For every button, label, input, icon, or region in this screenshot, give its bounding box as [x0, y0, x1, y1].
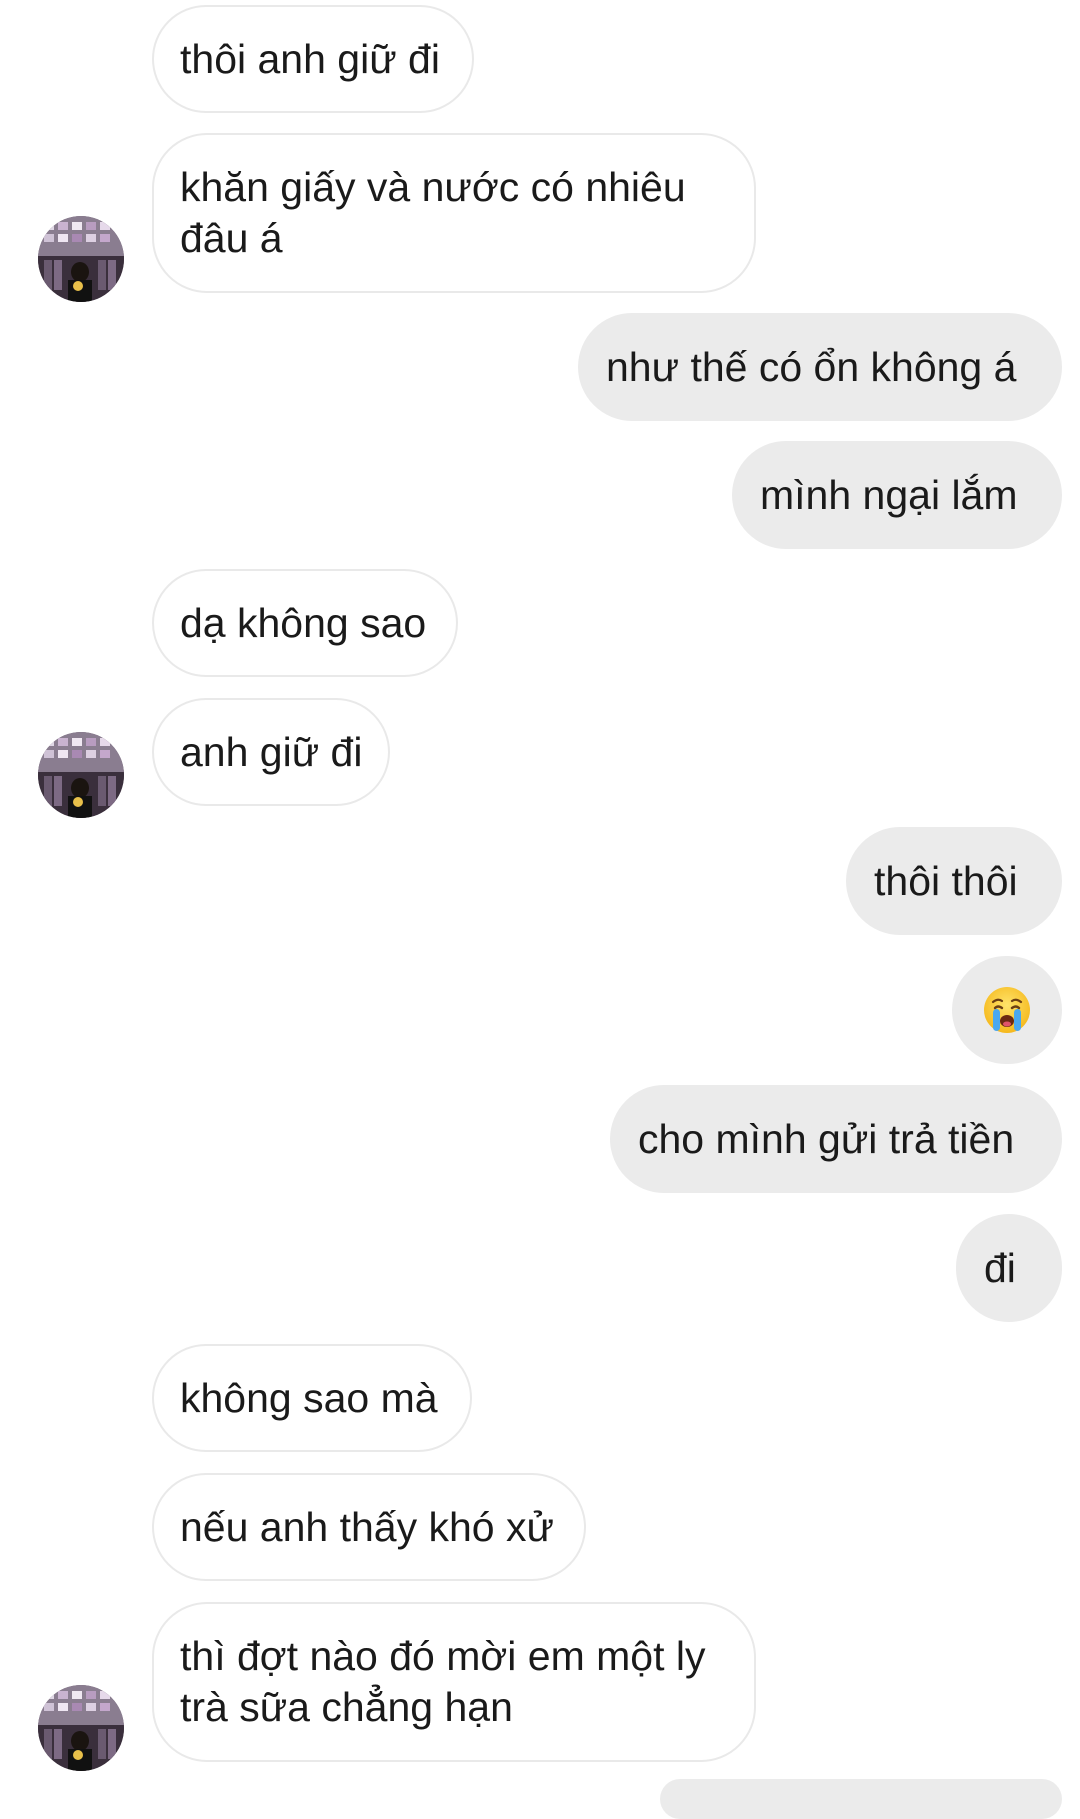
- contact-avatar[interactable]: [38, 1685, 124, 1771]
- incoming-message-bubble[interactable]: nếu anh thấy khó xử: [152, 1473, 586, 1581]
- message-text: không sao mà: [180, 1374, 438, 1421]
- outgoing-message-bubble[interactable]: mình ngại lắm: [732, 441, 1062, 549]
- outgoing-message-bubble[interactable]: [660, 1779, 1062, 1819]
- incoming-message-bubble[interactable]: dạ không sao: [152, 569, 458, 677]
- message-text: như thế có ổn không á: [606, 343, 1017, 390]
- incoming-message-bubble[interactable]: anh giữ đi: [152, 698, 390, 806]
- outgoing-message-bubble[interactable]: cho mình gửi trả tiền: [610, 1085, 1062, 1193]
- incoming-message-bubble[interactable]: khăn giấy và nước có nhiêu đâu á: [152, 133, 756, 293]
- outgoing-message-bubble[interactable]: đi: [956, 1214, 1062, 1322]
- message-text: thôi anh giữ đi: [180, 35, 440, 82]
- outgoing-message-bubble[interactable]: thôi thôi: [846, 827, 1062, 935]
- message-text: khăn giấy và nước có nhiêu đâu á: [180, 164, 686, 261]
- message-text: cho mình gửi trả tiền: [638, 1115, 1015, 1162]
- message-text: thôi thôi: [874, 857, 1018, 904]
- outgoing-emoji-bubble[interactable]: [952, 956, 1062, 1064]
- message-text: nếu anh thấy khó xử: [180, 1503, 554, 1550]
- contact-avatar[interactable]: [38, 216, 124, 302]
- message-text: mình ngại lắm: [760, 471, 1018, 518]
- message-text: anh giữ đi: [180, 728, 363, 775]
- incoming-message-bubble[interactable]: thì đợt nào đó mời em một ly trà sữa chẳ…: [152, 1602, 756, 1762]
- crying-face-icon: [982, 985, 1032, 1035]
- message-text: dạ không sao: [180, 599, 427, 646]
- outgoing-message-bubble[interactable]: như thế có ổn không á: [578, 313, 1062, 421]
- incoming-message-bubble[interactable]: không sao mà: [152, 1344, 472, 1452]
- message-text: đi: [984, 1244, 1016, 1291]
- contact-avatar[interactable]: [38, 732, 124, 818]
- message-text: thì đợt nào đó mời em một ly trà sữa chẳ…: [180, 1633, 706, 1730]
- incoming-message-bubble[interactable]: thôi anh giữ đi: [152, 5, 474, 113]
